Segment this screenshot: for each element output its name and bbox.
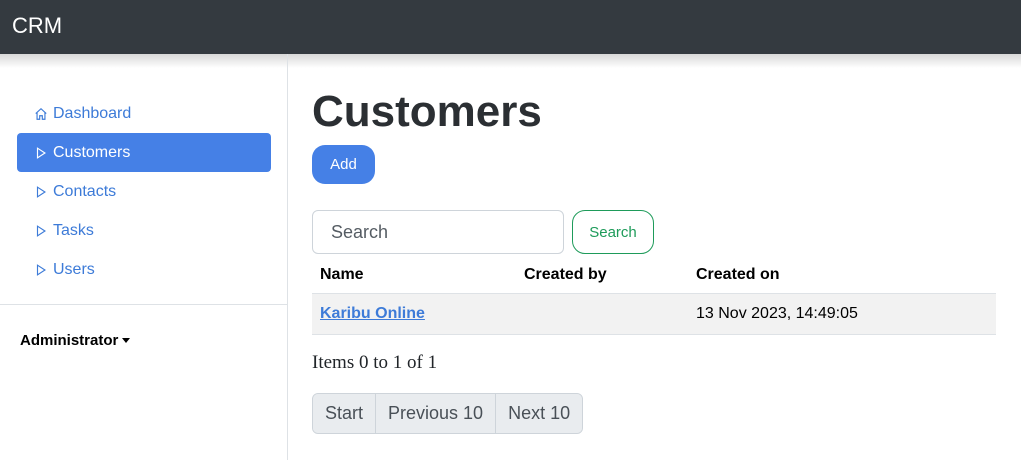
sidebar-item-label: Contacts	[53, 182, 117, 200]
column-header-name[interactable]: Name	[320, 266, 364, 284]
sidebar-item-users[interactable]: Users	[17, 250, 271, 289]
play-outline-icon	[36, 185, 46, 198]
sidebar-item-dashboard[interactable]: Dashboard	[17, 94, 271, 133]
table-row: Karibu Online 13 Nov 2023, 14:49:05	[312, 293, 996, 335]
sidebar-nav: Dashboard Customers Contacts Tasks Users	[17, 94, 271, 289]
pagination: Start Previous 10 Next 10	[312, 393, 584, 434]
column-header-created-on[interactable]: Created on	[696, 266, 780, 284]
items-count: Items 0 to 1 of 1	[312, 352, 438, 373]
sidebar-item-tasks[interactable]: Tasks	[17, 211, 271, 250]
previous-10-button[interactable]: Previous 10	[375, 394, 496, 433]
top-navbar: CRM	[0, 0, 1021, 54]
customer-name-link[interactable]: Karibu Online	[320, 305, 425, 323]
customers-table: Name Created by Created on Karibu Online…	[312, 257, 996, 335]
table-header: Name Created by Created on	[312, 257, 996, 293]
start-button[interactable]: Start	[313, 394, 376, 433]
play-outline-icon	[36, 263, 46, 276]
user-name: Administrator	[20, 332, 119, 349]
play-outline-icon	[36, 146, 46, 159]
sidebar-item-customers[interactable]: Customers	[17, 133, 271, 172]
sidebar-item-label: Tasks	[53, 221, 94, 239]
sidebar: Dashboard Customers Contacts Tasks Users…	[0, 54, 288, 460]
sidebar-item-label: Customers	[53, 143, 131, 161]
next-10-button[interactable]: Next 10	[495, 394, 583, 433]
add-button[interactable]: Add	[312, 145, 375, 184]
home-icon	[35, 107, 47, 120]
page-title: Customers	[312, 87, 542, 136]
search-input[interactable]	[312, 210, 564, 254]
user-menu[interactable]: Administrator	[20, 332, 131, 349]
caret-down-icon	[122, 338, 131, 343]
brand-logo[interactable]: CRM	[12, 13, 62, 39]
search-button[interactable]: Search	[572, 210, 654, 254]
sidebar-item-label: Dashboard	[53, 104, 132, 122]
play-outline-icon	[36, 224, 46, 237]
sidebar-item-contacts[interactable]: Contacts	[17, 172, 271, 211]
created-on-cell: 13 Nov 2023, 14:49:05	[696, 305, 858, 322]
column-header-created-by[interactable]: Created by	[524, 266, 607, 284]
sidebar-item-label: Users	[53, 260, 95, 278]
sidebar-divider	[0, 304, 287, 305]
